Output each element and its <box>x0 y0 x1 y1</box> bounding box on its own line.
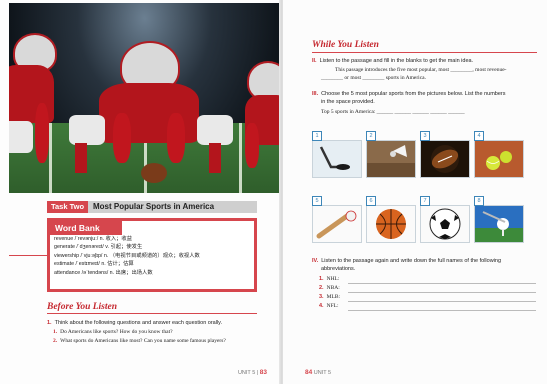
part2-line1: This passage introduces the five most po… <box>335 67 507 73</box>
picture-hockey-puck <box>312 140 362 178</box>
picture-number: 7 <box>420 196 430 206</box>
abbreviation-item: 3. MLB: <box>319 294 340 300</box>
abbr-label: NBA: <box>326 285 340 291</box>
left-page: Task Two Most Popular Sports in America … <box>0 0 281 384</box>
answer-blank[interactable] <box>348 292 536 293</box>
abbr-label: MLB: <box>326 294 341 300</box>
picture-basketball <box>366 205 416 243</box>
byl-question: 2. What sports do Americans like most? Ca… <box>53 338 226 344</box>
byl-instruction: 1. Think about the following questions an… <box>47 320 222 326</box>
page-folio-left: UNIT 5 | 83 <box>237 369 267 376</box>
word-bank-box: Word Bank revenue /ˈrevənjuː/ n. 收入；收益 g… <box>47 218 257 292</box>
picture-american-football <box>420 140 470 178</box>
part2-instruction: II. Listen to the passage and fill in the… <box>312 58 473 64</box>
part2-line2: ________ or most ________ sports in Amer… <box>321 75 426 81</box>
picture-soccer-ball <box>420 205 470 243</box>
picture-badminton <box>366 140 416 178</box>
word-bank-entry: generate /ˈdʒenəreɪt/ v. 引起；使发生 <box>54 244 143 251</box>
folio-page-number: 83 <box>259 369 267 376</box>
instruction-number: 1. <box>47 320 52 326</box>
part3-instruction-text: Choose the 5 most popular sports from th… <box>321 91 506 97</box>
part4-numeral: IV. <box>312 258 319 264</box>
question-number: 2. <box>53 338 58 344</box>
instruction-text: Think about the following questions and … <box>54 320 223 326</box>
part2-numeral: II. <box>312 58 317 64</box>
part3-instruction-cont: in the space provided. <box>321 99 375 105</box>
answer-blank[interactable] <box>348 301 536 302</box>
answer-blank[interactable] <box>348 283 536 284</box>
abbreviation-item: 1. NHL: <box>319 276 339 282</box>
question-text: Do Americans like sports? How do you kno… <box>60 329 173 335</box>
folio-unit: UNIT 5 <box>313 370 332 376</box>
abbr-label: NFL: <box>326 303 339 309</box>
soccer-ball-icon <box>421 206 469 242</box>
abbr-number: 2. <box>319 285 324 291</box>
part4-instruction-text: Listen to the passage again and write do… <box>321 258 502 264</box>
abbr-number: 4. <box>319 303 324 309</box>
right-page: While You Listen II. Listen to the passag… <box>283 0 547 384</box>
shuttlecock-icon <box>367 141 415 177</box>
question-text: What sports do Americans like most? Can … <box>60 338 226 344</box>
task-title: Most Popular Sports in America <box>93 202 215 211</box>
abbr-label: NHL: <box>326 276 340 282</box>
picture-number: 8 <box>474 196 484 206</box>
textbook-spread: Task Two Most Popular Sports in America … <box>0 0 547 384</box>
american-football-icon <box>421 141 469 177</box>
section-underline <box>312 52 537 53</box>
picture-golf <box>474 205 524 243</box>
golf-ball-icon <box>475 206 523 242</box>
picture-number: 5 <box>312 196 322 206</box>
word-bank-entry: estimate /ˈestɪmeɪt/ n. 估计；估算 <box>54 261 134 268</box>
abbreviation-item: 2. NBA: <box>319 285 340 291</box>
task-tag: Task Two <box>47 201 88 213</box>
football-players-photo <box>9 3 280 193</box>
word-bank-entry: viewership /ˈvjuːəʃɪp/ n. （电视节目或频道的）观众；收… <box>54 252 200 259</box>
basketball-icon <box>367 206 415 242</box>
answer-blank[interactable] <box>348 310 536 311</box>
picture-number: 2 <box>366 131 376 141</box>
part3-answer-line: Top 5 sports in America: ______ ______ _… <box>321 109 465 115</box>
word-bank-entry: attendance /əˈtendəns/ n. 出席；出场人数 <box>54 269 153 276</box>
before-you-listen-title: Before You Listen <box>47 302 118 312</box>
folio-unit: UNIT 5 <box>237 370 256 376</box>
while-you-listen-title: While You Listen <box>312 40 379 50</box>
word-bank-title: Word Bank <box>50 221 122 235</box>
football-icon <box>141 163 167 183</box>
part3-numeral: III. <box>312 91 319 97</box>
picture-number: 3 <box>420 131 430 141</box>
picture-baseball-bat <box>312 205 362 243</box>
part4-instruction: IV. Listen to the passage again and write… <box>312 258 501 264</box>
picture-number: 6 <box>366 196 376 206</box>
picture-number: 4 <box>474 131 484 141</box>
callout-line <box>9 255 47 256</box>
part3-instruction: III. Choose the 5 most popular sports fro… <box>312 91 505 97</box>
abbr-number: 3. <box>319 294 324 300</box>
hockey-puck-icon <box>313 141 361 177</box>
folio-page-number: 84 <box>305 369 313 376</box>
word-bank-entry: revenue /ˈrevənjuː/ n. 收入；收益 <box>54 236 133 242</box>
byl-question: 1. Do Americans like sports? How do you k… <box>53 329 173 335</box>
tennis-ball-icon <box>475 141 523 177</box>
part4-instruction-cont: abbreviations. <box>321 266 356 272</box>
part2-instruction-text: Listen to the passage and fill in the bl… <box>319 58 474 64</box>
section-underline <box>47 313 257 314</box>
question-number: 1. <box>53 329 58 335</box>
picture-number: 1 <box>312 131 322 141</box>
abbreviation-item: 4. NFL: <box>319 303 339 309</box>
page-folio-right: 84 UNIT 5 <box>305 369 331 376</box>
baseball-bat-icon <box>313 206 361 242</box>
picture-tennis <box>474 140 524 178</box>
abbr-number: 1. <box>319 276 324 282</box>
